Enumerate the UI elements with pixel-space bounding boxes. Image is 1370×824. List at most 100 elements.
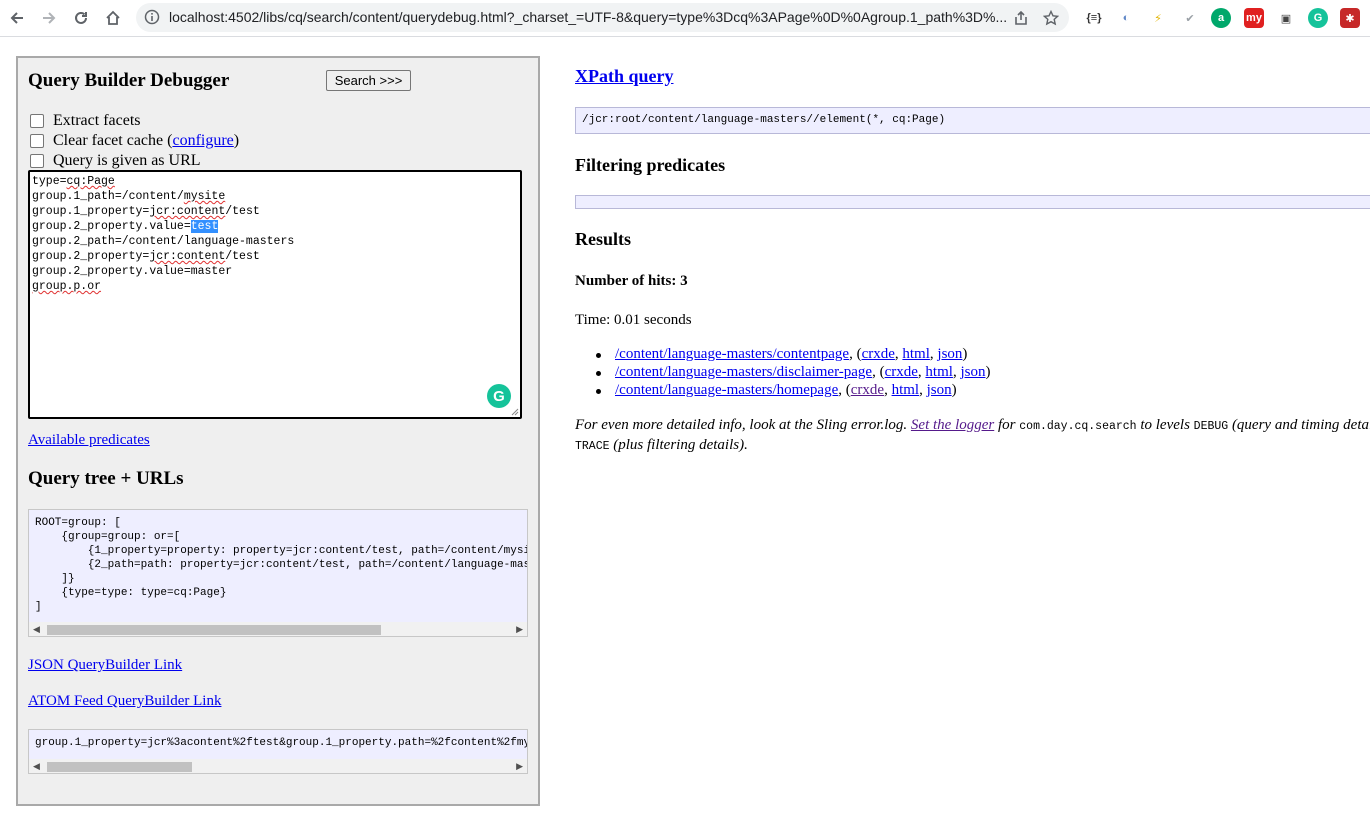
available-predicates: Available predicates: [28, 432, 150, 449]
grammarly-icon[interactable]: G: [487, 384, 511, 408]
json-link-row: JSON QueryBuilder Link: [28, 657, 182, 674]
scrollbar-thumb[interactable]: [47, 625, 381, 635]
query-url-option: Query is given as URL: [30, 152, 201, 170]
html-link[interactable]: html: [902, 346, 930, 362]
my-extension-icon[interactable]: my: [1244, 8, 1264, 28]
share-icon: [1015, 10, 1027, 25]
globe-extension-icon[interactable]: ◐: [1116, 8, 1136, 28]
puzzle-extension-icon[interactable]: ▣: [1276, 8, 1296, 28]
clear-cache-label: Clear facet cache (: [53, 132, 173, 149]
debug-note: For even more detailed info, look at the…: [575, 417, 1370, 453]
extract-facets-label: Extract facets: [53, 112, 141, 129]
url-params-text: group.1_property=jcr%3acontent%2ftest&gr…: [35, 737, 528, 749]
results-heading: Results: [575, 229, 632, 249]
query-builder-panel: Query Builder Debugger Search >>> Extrac…: [16, 56, 540, 806]
forward-button[interactable]: [37, 6, 61, 30]
scroll-left-icon[interactable]: ◀: [33, 623, 40, 636]
address-bar[interactable]: localhost:4502/libs/cq/search/content/qu…: [136, 3, 1069, 32]
a-extension-icon[interactable]: a: [1211, 8, 1231, 28]
selected-text: test: [190, 220, 219, 233]
extract-facets-option: Extract facets: [30, 112, 141, 130]
query-tree-content: ROOT=group: [ {group=group: or=[ {1_prop…: [35, 516, 528, 614]
info-icon[interactable]: [144, 9, 160, 25]
url-params-box[interactable]: group.1_property=jcr%3acontent%2ftest&gr…: [28, 729, 528, 774]
json-formatter-icon[interactable]: {≡}: [1084, 8, 1104, 28]
query-line: group.1_path=/content/mysite: [32, 190, 226, 203]
crxde-link[interactable]: crxde: [885, 364, 918, 380]
html-link[interactable]: html: [925, 364, 953, 380]
home-icon: [106, 10, 120, 25]
query-tree-line: {1_property=property: property=jcr:conte…: [35, 545, 528, 557]
xpath-box: /jcr:root/content/language-masters//elem…: [575, 107, 1370, 134]
json-querybuilder-link[interactable]: JSON QueryBuilder Link: [28, 657, 182, 673]
extract-facets-checkbox[interactable]: [30, 114, 44, 128]
json-link[interactable]: json: [927, 382, 952, 398]
atom-link-row: ATOM Feed QueryBuilder Link: [28, 693, 221, 710]
scroll-right-icon[interactable]: ▶: [516, 760, 523, 773]
xpath-heading: XPath query: [575, 66, 674, 87]
panel-title: Query Builder Debugger: [28, 70, 230, 91]
resize-handle-icon[interactable]: [511, 408, 519, 416]
reload-button[interactable]: [69, 6, 93, 30]
star-icon: [1043, 10, 1059, 26]
reload-icon: [75, 11, 87, 24]
scrollbar-thumb[interactable]: [47, 762, 192, 772]
available-predicates-link[interactable]: Available predicates: [28, 432, 150, 448]
query-tree-line: {type=type: type=cq:Page}: [35, 587, 227, 599]
query-textarea[interactable]: type=cq:Page group.1_path=/content/mysit…: [28, 170, 522, 419]
red-extension-icon[interactable]: ✱: [1340, 8, 1360, 28]
query-tree-heading: Query tree + URLs: [28, 468, 184, 489]
scroll-right-icon[interactable]: ▶: [516, 623, 523, 636]
clear-cache-suffix: ): [233, 132, 240, 149]
result-path-link[interactable]: /content/language-masters/homepage: [615, 382, 838, 398]
atom-querybuilder-link[interactable]: ATOM Feed QueryBuilder Link: [28, 693, 221, 709]
query-line: group.2_property.value=master: [32, 265, 233, 278]
xpath-text: /jcr:root/content/language-masters//elem…: [582, 114, 946, 126]
query-tree-line: {group=group: or=[: [35, 531, 181, 543]
query-url-checkbox[interactable]: [30, 154, 44, 168]
html-link[interactable]: html: [892, 382, 920, 398]
set-logger-link[interactable]: Set the logger: [911, 417, 994, 433]
json-link[interactable]: json: [960, 364, 985, 380]
xpath-query-link[interactable]: XPath query: [575, 66, 674, 86]
query-url-label: Query is given as URL: [53, 152, 201, 169]
query-tree-line: {2_path=path: property=jcr:content/test,…: [35, 559, 528, 571]
result-path-link[interactable]: /content/language-masters/disclaimer-pag…: [615, 364, 872, 380]
lightning-extension-icon[interactable]: ⚡: [1148, 8, 1168, 28]
crxde-link[interactable]: crxde: [851, 382, 884, 398]
forward-arrow-icon: [43, 12, 56, 24]
clear-cache-checkbox[interactable]: [30, 134, 44, 148]
query-tree-scrollbar[interactable]: ◀ ▶: [29, 622, 527, 636]
configure-link[interactable]: configure: [172, 132, 233, 150]
query-tree-line: ROOT=group: [: [35, 517, 121, 529]
url-params-scrollbar[interactable]: ◀ ▶: [29, 759, 527, 773]
query-line: group.p.or: [32, 280, 102, 293]
clear-cache-option: Clear facet cache (configure): [30, 132, 239, 150]
json-link[interactable]: json: [937, 346, 962, 362]
bookmark-button[interactable]: [1041, 8, 1061, 28]
check-extension-icon[interactable]: ✔: [1180, 8, 1200, 28]
query-time: Time: 0.01 seconds: [575, 312, 692, 328]
grammarly-extension-icon[interactable]: G: [1308, 8, 1328, 28]
filtering-box: [575, 195, 1370, 209]
back-button[interactable]: [5, 6, 29, 30]
hits-count: Number of hits: 3: [575, 273, 688, 289]
query-line: group.1_property=jcr:content/test: [32, 205, 260, 218]
back-arrow-icon: [10, 12, 23, 24]
result-path-link[interactable]: /content/language-masters/contentpage: [615, 346, 849, 362]
query-line: group.2_property=jcr:content/test: [32, 250, 260, 263]
url-text[interactable]: localhost:4502/libs/cq/search/content/qu…: [169, 9, 1009, 25]
crxde-link[interactable]: crxde: [862, 346, 895, 362]
search-button[interactable]: Search >>>: [326, 70, 411, 91]
home-button[interactable]: [101, 6, 125, 30]
filtering-heading: Filtering predicates: [575, 155, 726, 175]
query-line: group.2_property.value=test: [32, 220, 219, 233]
query-line: group.2_path=/content/language-masters: [32, 235, 295, 248]
browser-toolbar: localhost:4502/libs/cq/search/content/qu…: [0, 0, 1370, 37]
query-tree-box[interactable]: ROOT=group: [ {group=group: or=[ {1_prop…: [28, 509, 528, 637]
query-line: type=cq:Page: [32, 175, 115, 188]
query-tree-line: ]: [35, 601, 42, 613]
query-tree-line: ]}: [35, 573, 75, 585]
scroll-left-icon[interactable]: ◀: [33, 760, 40, 773]
share-button[interactable]: [1011, 8, 1031, 28]
